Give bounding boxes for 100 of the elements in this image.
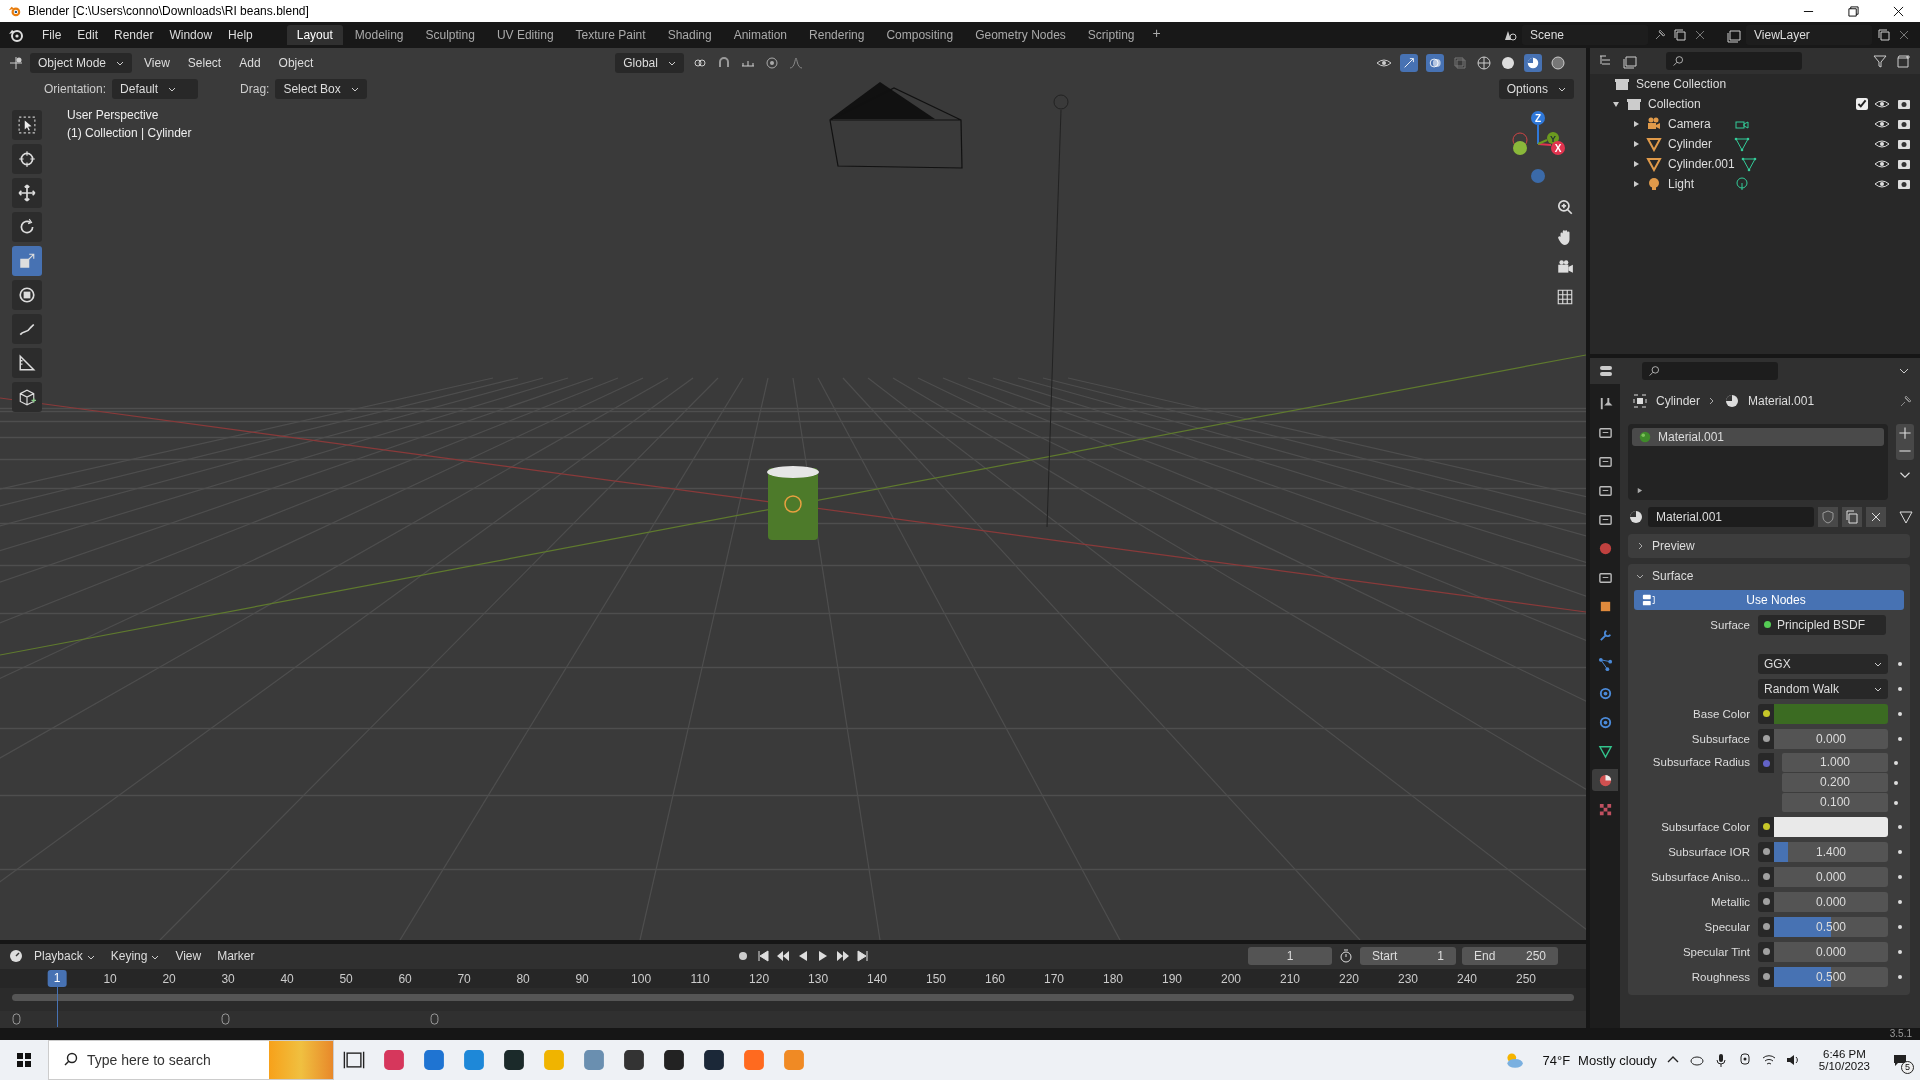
- menu-item[interactable]: Marker: [211, 949, 261, 964]
- menu-item[interactable]: Keying: [104, 949, 166, 964]
- solid-shading-icon[interactable]: [1500, 55, 1516, 71]
- taskbar-search-field[interactable]: Type here to search: [48, 1040, 334, 1080]
- add-icon[interactable]: [1896, 424, 1914, 442]
- falloff-curve-icon[interactable]: [787, 55, 804, 71]
- menu-item[interactable]: Object: [272, 56, 320, 70]
- workspace-tab[interactable]: UV Editing: [486, 25, 564, 45]
- filter-icon[interactable]: [1872, 53, 1888, 69]
- workspace-tab[interactable]: Geometry Nodes: [965, 25, 1076, 45]
- vector-component-field[interactable]: 0.200: [1782, 773, 1888, 792]
- expand-arrow-icon[interactable]: [1632, 180, 1640, 188]
- value-slider[interactable]: 0.000: [1774, 891, 1888, 912]
- outliner-item[interactable]: Collection: [1648, 97, 1701, 111]
- value-slider[interactable]: 0.000: [1774, 866, 1888, 887]
- taskbar-app-icon[interactable]: [623, 1049, 645, 1071]
- grid-icon[interactable]: [1556, 288, 1574, 306]
- gizmo-toggle-icon[interactable]: [1400, 54, 1418, 72]
- pin-icon[interactable]: [1898, 393, 1914, 409]
- outliner-item[interactable]: Scene Collection: [1636, 77, 1727, 91]
- socket-button[interactable]: [1758, 916, 1774, 937]
- menu-item[interactable]: Select: [181, 56, 228, 70]
- search-field[interactable]: [1642, 362, 1778, 380]
- expand-arrow-icon[interactable]: [1612, 100, 1620, 108]
- socket-button[interactable]: [1758, 728, 1774, 749]
- speaker-icon[interactable]: [1784, 1052, 1801, 1068]
- shader-dropdown[interactable]: Principled BSDF: [1758, 614, 1886, 635]
- move-tool-button[interactable]: [12, 178, 42, 208]
- light-data-icon[interactable]: [1734, 176, 1750, 192]
- outliner-item[interactable]: Camera: [1668, 117, 1728, 131]
- copy-icon[interactable]: [1876, 27, 1892, 43]
- value-slider[interactable]: 1.400: [1774, 841, 1888, 862]
- options-dropdown[interactable]: Options: [1498, 79, 1574, 99]
- vector-component-field[interactable]: 0.100: [1782, 793, 1888, 812]
- scene-field[interactable]: Scene: [1522, 25, 1648, 45]
- scrollbar[interactable]: [12, 993, 1574, 1001]
- menu-item[interactable]: Add: [233, 56, 267, 70]
- color-swatch[interactable]: [1774, 816, 1888, 837]
- material-shading-icon[interactable]: [1524, 54, 1542, 72]
- transform-tool-button[interactable]: [12, 280, 42, 310]
- end-frame-field[interactable]: End 250: [1462, 947, 1558, 966]
- drag-dropdown[interactable]: Select Box: [275, 79, 367, 99]
- mode-dropdown[interactable]: Object Mode: [30, 53, 133, 73]
- copy-icon[interactable]: [1842, 507, 1862, 527]
- dropdown[interactable]: GGX: [1758, 653, 1888, 674]
- socket-button[interactable]: [1758, 866, 1774, 887]
- socket-button[interactable]: [1758, 966, 1774, 987]
- expand-arrow-icon[interactable]: [1636, 487, 1643, 494]
- workspace-tab[interactable]: Scripting: [1077, 25, 1145, 45]
- proportional-editing-icon[interactable]: [763, 55, 780, 71]
- socket-button[interactable]: [1758, 703, 1774, 724]
- value-slider[interactable]: 0.000: [1774, 941, 1888, 962]
- socket-button[interactable]: [1758, 816, 1774, 837]
- menu-item[interactable]: Edit: [69, 28, 107, 42]
- search-field[interactable]: [1666, 52, 1802, 70]
- checkbox[interactable]: [1856, 98, 1868, 110]
- mesh-data-icon[interactable]: [1734, 136, 1750, 152]
- workspace-tab[interactable]: Compositing: [876, 25, 964, 45]
- workspace-tab[interactable]: Rendering: [799, 25, 875, 45]
- new-collection-icon[interactable]: [1896, 53, 1912, 69]
- stopwatch-icon[interactable]: [1338, 948, 1354, 965]
- panel-header[interactable]: Preview: [1628, 534, 1910, 558]
- expand-arrow-icon[interactable]: [1632, 140, 1640, 148]
- annotate-tool-button[interactable]: [12, 314, 42, 344]
- workspace-tab[interactable]: Texture Paint: [565, 25, 656, 45]
- view-layer-icon[interactable]: [1726, 27, 1742, 43]
- value-slider[interactable]: 0.000: [1774, 728, 1888, 749]
- workspace-tab[interactable]: Layout: [286, 25, 343, 45]
- menu-item[interactable]: View: [138, 56, 176, 70]
- taskbar-app-icon[interactable]: [503, 1049, 525, 1071]
- material-tab[interactable]: [1592, 769, 1618, 791]
- editor-type-icon[interactable]: [8, 55, 24, 71]
- measure-tool-button[interactable]: [12, 348, 42, 378]
- blender-logo-icon[interactable]: [8, 27, 24, 43]
- mesh-data-icon[interactable]: [1740, 156, 1757, 172]
- value-slider[interactable]: 0.500: [1774, 966, 1888, 987]
- outliner-item[interactable]: Light: [1668, 177, 1728, 191]
- axis-ball[interactable]: [1513, 141, 1527, 155]
- xray-toggle-icon[interactable]: [1452, 55, 1468, 71]
- close-icon[interactable]: [1866, 507, 1886, 527]
- material-slot[interactable]: Material.001: [1632, 428, 1884, 446]
- menu-item[interactable]: Playback: [28, 949, 101, 964]
- rotate-tool-button[interactable]: [12, 212, 42, 242]
- menu-item[interactable]: View: [169, 949, 208, 964]
- expand-arrow-icon[interactable]: [1632, 120, 1640, 128]
- outliner-item[interactable]: Cylinder: [1668, 137, 1728, 151]
- value-slider[interactable]: 0.500: [1774, 916, 1888, 937]
- workspace-tab[interactable]: Sculpting: [415, 25, 485, 45]
- current-frame-marker[interactable]: 1: [47, 969, 67, 987]
- material-name-field[interactable]: Material.001: [1648, 507, 1814, 527]
- dropdown[interactable]: Random Walk: [1758, 678, 1888, 699]
- orientation-dropdown[interactable]: Default: [112, 79, 199, 99]
- menu-item[interactable]: Help: [220, 28, 261, 42]
- menu-item[interactable]: File: [34, 28, 70, 42]
- notification-button[interactable]: 5: [1888, 1048, 1912, 1072]
- rendered-shading-icon[interactable]: [1550, 55, 1566, 71]
- workspace-tab[interactable]: Modeling: [344, 25, 414, 45]
- cursor-tool-button[interactable]: [12, 144, 42, 174]
- node-tree-icon[interactable]: [1898, 509, 1914, 525]
- restore-icon[interactable]: [1848, 5, 1859, 17]
